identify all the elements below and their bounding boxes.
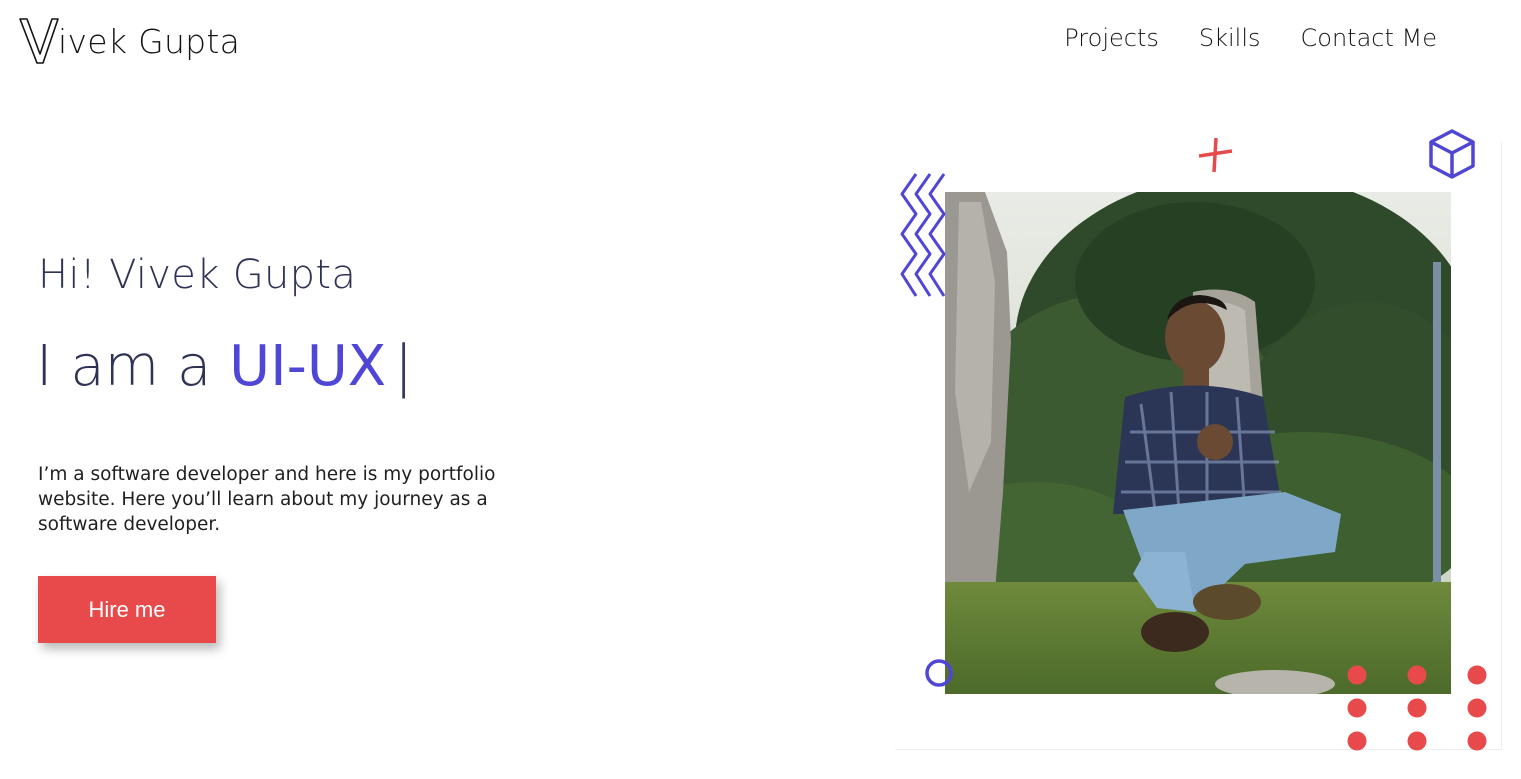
hero-intro-text: I’m a software developer and here is my … bbox=[38, 464, 496, 535]
role-word: UI-UX bbox=[229, 334, 387, 399]
main-nav: Projects Skills Contact Me bbox=[1064, 24, 1437, 52]
profile-photo bbox=[945, 192, 1451, 694]
hero-role-line: I am a UI-UX | bbox=[36, 334, 413, 399]
nav-contact-link[interactable]: Contact Me bbox=[1301, 24, 1437, 52]
profile-photo-illustration bbox=[945, 192, 1451, 694]
hire-me-button[interactable]: Hire me bbox=[38, 576, 216, 643]
nav-projects-link[interactable]: Projects bbox=[1064, 24, 1159, 52]
circle-icon bbox=[925, 659, 953, 687]
role-prefix: I am a bbox=[36, 334, 230, 399]
zigzag-icon bbox=[900, 173, 946, 297]
dot-grid-icon bbox=[1347, 665, 1487, 751]
site-logo[interactable]: ivek Gupta bbox=[18, 16, 240, 66]
typing-caret: | bbox=[394, 334, 414, 399]
logo-text: ivek Gupta bbox=[58, 21, 241, 61]
hero-greeting: Hi! Vivek Gupta bbox=[38, 252, 357, 298]
nav-skills-link[interactable]: Skills bbox=[1199, 24, 1261, 52]
v-letter-logo-icon bbox=[19, 18, 59, 64]
cube-icon bbox=[1429, 129, 1475, 179]
plus-icon bbox=[1198, 137, 1233, 173]
